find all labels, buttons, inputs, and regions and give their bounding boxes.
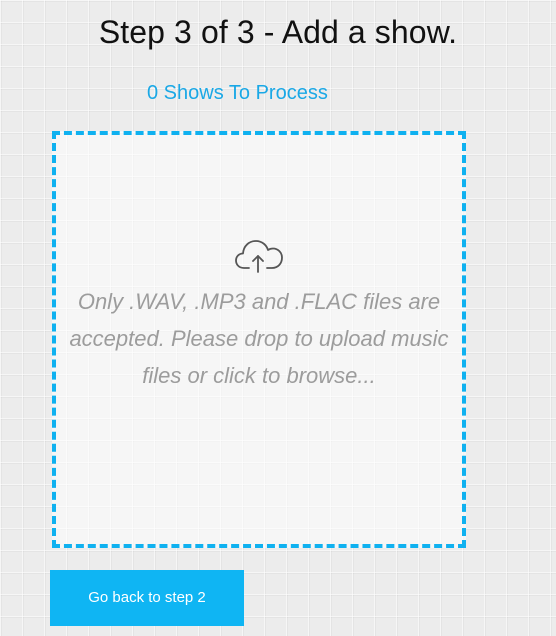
cloud-upload-icon — [235, 240, 283, 273]
go-back-to-step-2-button[interactable]: Go back to step 2 — [50, 570, 244, 626]
shows-to-process-count: 0 Shows To Process — [147, 82, 328, 104]
dropzone-instructions: Only .WAV, .MP3 and .FLAC files are acce… — [69, 289, 449, 388]
page-title: Step 3 of 3 - Add a show. — [98, 14, 458, 50]
file-dropzone[interactable]: Only .WAV, .MP3 and .FLAC files are acce… — [52, 131, 466, 548]
